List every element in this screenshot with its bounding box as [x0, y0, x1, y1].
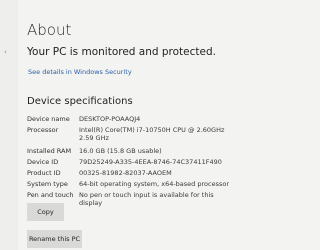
- spec-label: System type: [27, 180, 68, 188]
- back-arrow-icon[interactable]: ‹: [4, 49, 12, 56]
- device-specs-heading: Device specifications: [27, 96, 133, 107]
- spec-value: Intel(R) Core(TM) i7-10750H CPU @ 2.60GH…: [79, 126, 225, 142]
- spec-value: 79D25249-A335-4EEA-8746-74C37411F490: [79, 158, 222, 166]
- spec-label: Product ID: [27, 169, 61, 177]
- about-page: ‹ About Your PC is monitored and protect…: [0, 0, 250, 250]
- spec-label: Device name: [27, 115, 70, 123]
- spec-value: No pen or touch input is available for t…: [79, 191, 214, 207]
- about-content: About Your PC is monitored and protected…: [27, 0, 250, 250]
- spec-value: 16.0 GB (15.8 GB usable): [79, 147, 162, 155]
- page-title: About: [27, 21, 72, 39]
- spec-label: Device ID: [27, 158, 59, 166]
- protection-status-text: Your PC is monitored and protected.: [27, 46, 216, 58]
- windows-security-link[interactable]: See details in Windows Security: [28, 68, 132, 77]
- copy-button[interactable]: Copy: [27, 203, 64, 221]
- rename-pc-button[interactable]: Rename this PC: [27, 230, 82, 248]
- left-nav-strip: ‹: [0, 0, 18, 250]
- spec-label: Pen and touch: [27, 191, 74, 199]
- spec-label: Processor: [27, 126, 59, 134]
- spec-label: Installed RAM: [27, 147, 72, 155]
- spec-value: DESKTOP-POAAQJ4: [79, 115, 141, 123]
- spec-value: 00325-81982-82037-AAOEM: [79, 169, 172, 177]
- spec-value: 64-bit operating system, x64-based proce…: [79, 180, 229, 188]
